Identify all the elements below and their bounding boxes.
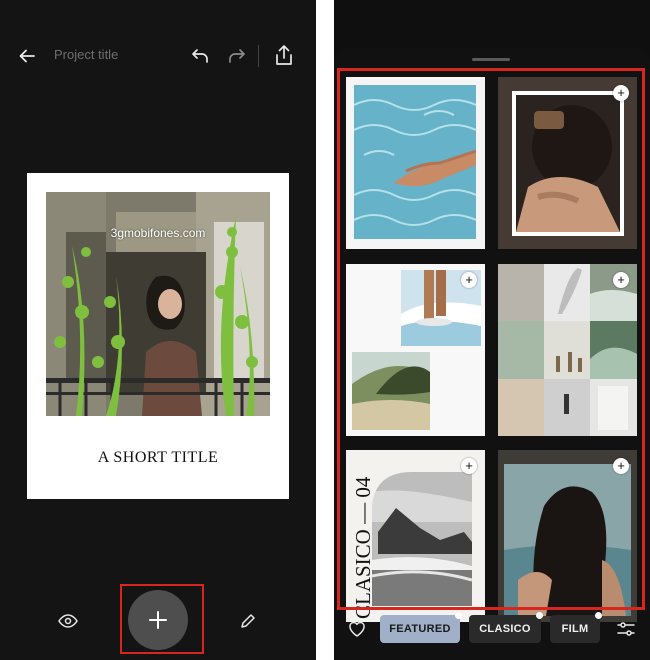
watermark-text: 3gmobifones.com <box>110 226 206 240</box>
template-picker-screen: + + + CLASICO — 04 + + FEATURED CLASICO … <box>334 0 650 660</box>
tab-clasico[interactable]: CLASICO <box>469 615 541 643</box>
pencil-icon[interactable] <box>237 610 259 632</box>
collage-card[interactable]: 3gmobifones.com A SHORT TITLE <box>27 173 289 499</box>
redo-icon[interactable] <box>226 45 248 67</box>
add-button-highlight <box>120 584 204 654</box>
tab-indicator-dot <box>595 612 602 619</box>
tab-film[interactable]: FILM <box>550 615 600 643</box>
portrait-photo[interactable]: 3gmobifones.com <box>46 192 270 416</box>
project-title-input[interactable]: Project title <box>54 47 118 62</box>
undo-icon[interactable] <box>189 45 211 67</box>
sheet-grab-handle[interactable] <box>472 58 510 61</box>
tab-indicator-dot <box>536 612 543 619</box>
back-arrow-icon[interactable] <box>16 45 38 67</box>
card-title-text[interactable]: A SHORT TITLE <box>27 449 289 467</box>
heart-icon[interactable] <box>346 619 368 639</box>
sliders-icon[interactable] <box>615 618 637 640</box>
tab-featured[interactable]: FEATURED <box>380 615 460 643</box>
share-icon[interactable] <box>272 43 296 67</box>
tab-indicator-dot <box>455 612 462 619</box>
editor-screen: Project title 3gmobifones.com A SHORT TI… <box>0 0 316 660</box>
template-grid-highlight <box>337 68 645 610</box>
toolbar-divider <box>258 45 259 67</box>
eye-icon[interactable] <box>57 610 79 632</box>
